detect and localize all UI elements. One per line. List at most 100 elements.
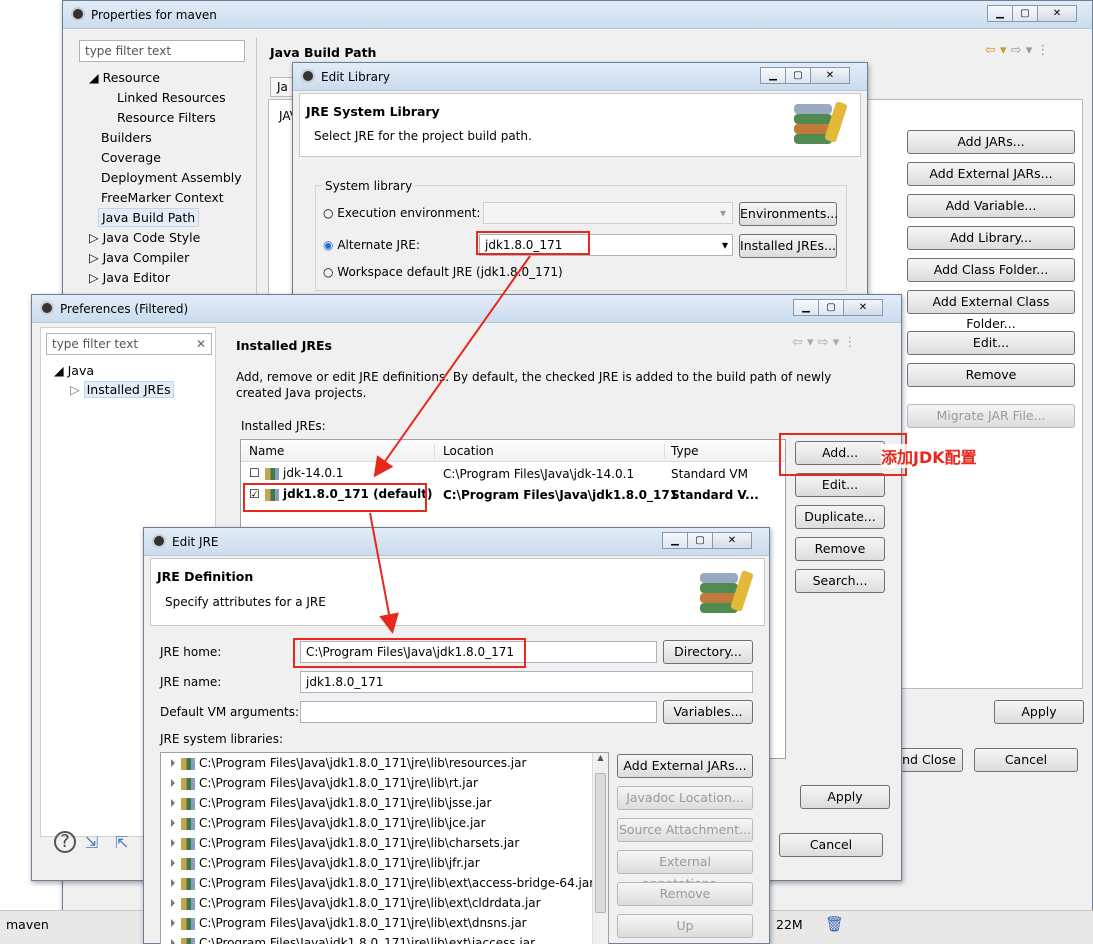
properties-filter-input[interactable]: type filter text — [79, 40, 245, 62]
close-button[interactable]: ✕ — [712, 532, 752, 549]
lib-up-button[interactable]: Up — [617, 914, 753, 938]
preferences-apply-button[interactable]: Apply — [800, 785, 890, 809]
environments-button[interactable]: Environments... — [739, 202, 838, 226]
duplicate-jre-button[interactable]: Duplicate... — [795, 505, 885, 529]
jar-icon — [181, 877, 195, 890]
table-row[interactable]: ☐ jdk-14.0.1 C:\Program Files\Java\jdk-1… — [241, 464, 785, 484]
properties-cancel-button[interactable]: Cancel — [974, 748, 1078, 772]
javadoc-location-button[interactable]: Javadoc Location... — [617, 786, 753, 810]
variables-button[interactable]: Variables... — [663, 700, 753, 724]
tree-item-java-build-path[interactable]: Java Build Path — [98, 208, 200, 227]
lib-row[interactable]: C:\Program Files\Java\jdk1.8.0_171\jre\l… — [171, 776, 478, 790]
add-library-button[interactable]: Add Library... — [907, 226, 1075, 250]
tree-item-resource-filters[interactable]: Resource Filters — [117, 110, 216, 125]
lib-row[interactable]: C:\Program Files\Java\jdk1.8.0_171\jre\l… — [171, 836, 519, 850]
execution-env-combo[interactable]: ▾ — [483, 202, 733, 224]
tree-item-coverage[interactable]: Coverage — [101, 150, 161, 165]
radio-execution-env[interactable]: ○ Execution environment: — [323, 206, 480, 220]
edit-jre-button[interactable]: Edit... — [795, 473, 885, 497]
libs-scrollbar[interactable]: ▲ — [592, 753, 608, 944]
prefs-nav-icon[interactable]: ⇦ ▾ ⇨ ▾ ⋮ — [792, 335, 856, 350]
expand-arrow-icon[interactable] — [171, 759, 175, 767]
installed-jres-button[interactable]: Installed JREs... — [739, 234, 837, 258]
tree-item-java-code-style[interactable]: ▷ Java Code Style — [89, 230, 200, 245]
col-location[interactable]: Location — [443, 444, 665, 458]
close-button[interactable]: ✕ — [1037, 5, 1077, 22]
source-attachment-button[interactable]: Source Attachment... — [617, 818, 753, 842]
lib-add-external-jars-button[interactable]: Add External JARs... — [617, 754, 753, 778]
add-external-jars-button[interactable]: Add External JARs... — [907, 162, 1075, 186]
jre-icon — [265, 467, 279, 480]
lib-row[interactable]: C:\Program Files\Java\jdk1.8.0_171\jre\l… — [171, 856, 480, 870]
add-jars-button[interactable]: Add JARs... — [907, 130, 1075, 154]
expand-arrow-icon[interactable] — [171, 919, 175, 927]
close-button[interactable]: ✕ — [843, 299, 883, 316]
edit-button[interactable]: Edit... — [907, 331, 1075, 355]
tree-item-installed-jres[interactable]: ▷ Installed JREs — [70, 381, 174, 398]
preferences-filter-input[interactable]: type filter text ✕ — [46, 333, 212, 355]
directory-button[interactable]: Directory... — [663, 640, 753, 664]
tree-item-builders[interactable]: Builders — [101, 130, 152, 145]
trash-icon[interactable]: 🗑 — [825, 915, 844, 933]
expand-arrow-icon[interactable] — [171, 839, 175, 847]
system-libs-label: JRE system libraries: — [160, 732, 283, 746]
maximize-button[interactable]: ▢ — [687, 532, 713, 549]
preferences-cancel-button[interactable]: Cancel — [779, 833, 883, 857]
tree-item-resource[interactable]: ◢ Resource — [89, 70, 160, 85]
maximize-button[interactable]: ▢ — [818, 299, 844, 316]
lib-row[interactable]: C:\Program Files\Java\jdk1.8.0_171\jre\l… — [171, 816, 486, 830]
vm-args-input[interactable] — [300, 701, 657, 723]
tree-item-deployment-assembly[interactable]: Deployment Assembly — [101, 170, 242, 185]
expand-arrow-icon[interactable] — [171, 779, 175, 787]
tree-item-linked-resources[interactable]: Linked Resources — [117, 90, 226, 105]
remove-button[interactable]: Remove — [907, 363, 1075, 387]
minimize-button[interactable]: ▁ — [793, 299, 819, 316]
col-name[interactable]: Name — [249, 444, 435, 458]
expand-arrow-icon[interactable] — [171, 939, 175, 944]
lib-row[interactable]: C:\Program Files\Java\jdk1.8.0_171\jre\l… — [171, 756, 526, 770]
add-variable-button[interactable]: Add Variable... — [907, 194, 1075, 218]
expand-arrow-icon[interactable] — [171, 879, 175, 887]
tree-item-java-compiler[interactable]: ▷ Java Compiler — [89, 250, 189, 265]
radio-workspace-default[interactable]: ○ Workspace default JRE (jdk1.8.0_171) — [323, 265, 563, 279]
minimize-button[interactable]: ▁ — [662, 532, 688, 549]
col-type[interactable]: Type — [671, 444, 699, 458]
minimize-button[interactable]: ▁ — [987, 5, 1013, 22]
external-annotations-button[interactable]: External annotations... — [617, 850, 753, 891]
scroll-thumb[interactable] — [595, 773, 606, 913]
lib-row[interactable]: C:\Program Files\Java\jdk1.8.0_171\jre\l… — [171, 916, 527, 930]
tree-item-java-editor[interactable]: ▷ Java Editor — [89, 270, 170, 285]
add-class-folder-button[interactable]: Add Class Folder... — [907, 258, 1075, 282]
radio-alternate-jre[interactable]: ◉ Alternate JRE: — [323, 238, 420, 252]
import-icon[interactable]: ⇲ — [85, 833, 98, 852]
properties-apply-button[interactable]: Apply — [994, 700, 1084, 724]
maximize-button[interactable]: ▢ — [785, 67, 811, 84]
minimize-button[interactable]: ▁ — [760, 67, 786, 84]
search-jre-button[interactable]: Search... — [795, 569, 885, 593]
expand-arrow-icon[interactable] — [171, 859, 175, 867]
expand-arrow-icon[interactable] — [171, 819, 175, 827]
jar-icon — [181, 937, 195, 944]
nav-arrows-icon[interactable]: ⇦ ▾ ⇨ ▾ ⋮ — [985, 43, 1049, 58]
expand-arrow-icon[interactable] — [171, 799, 175, 807]
lib-row[interactable]: C:\Program Files\Java\jdk1.8.0_171\jre\l… — [171, 876, 594, 890]
lib-row[interactable]: C:\Program Files\Java\jdk1.8.0_171\jre\l… — [171, 896, 541, 910]
close-button[interactable]: ✕ — [810, 67, 850, 84]
lib-remove-button[interactable]: Remove — [617, 882, 753, 906]
migrate-jar-button[interactable]: Migrate JAR File... — [907, 404, 1075, 428]
row-checkbox[interactable]: ☐ — [249, 466, 260, 480]
jre-name-input[interactable]: jdk1.8.0_171 — [300, 671, 753, 693]
tree-item-freemarker[interactable]: FreeMarker Context — [101, 190, 224, 205]
remove-jre-button[interactable]: Remove — [795, 537, 885, 561]
lib-row[interactable]: C:\Program Files\Java\jdk1.8.0_171\jre\l… — [171, 936, 535, 944]
jre-type: Standard V... — [671, 488, 759, 502]
add-external-class-folder-button[interactable]: Add External Class Folder... — [907, 290, 1075, 331]
lib-row[interactable]: C:\Program Files\Java\jdk1.8.0_171\jre\l… — [171, 796, 491, 810]
help-icon[interactable]: ? — [54, 831, 76, 853]
export-icon[interactable]: ⇱ — [115, 833, 128, 852]
tree-item-java[interactable]: ◢ Java — [54, 363, 94, 378]
jar-icon — [181, 797, 195, 810]
maximize-button[interactable]: ▢ — [1012, 5, 1038, 22]
scroll-up-icon[interactable]: ▲ — [593, 753, 608, 762]
expand-arrow-icon[interactable] — [171, 899, 175, 907]
